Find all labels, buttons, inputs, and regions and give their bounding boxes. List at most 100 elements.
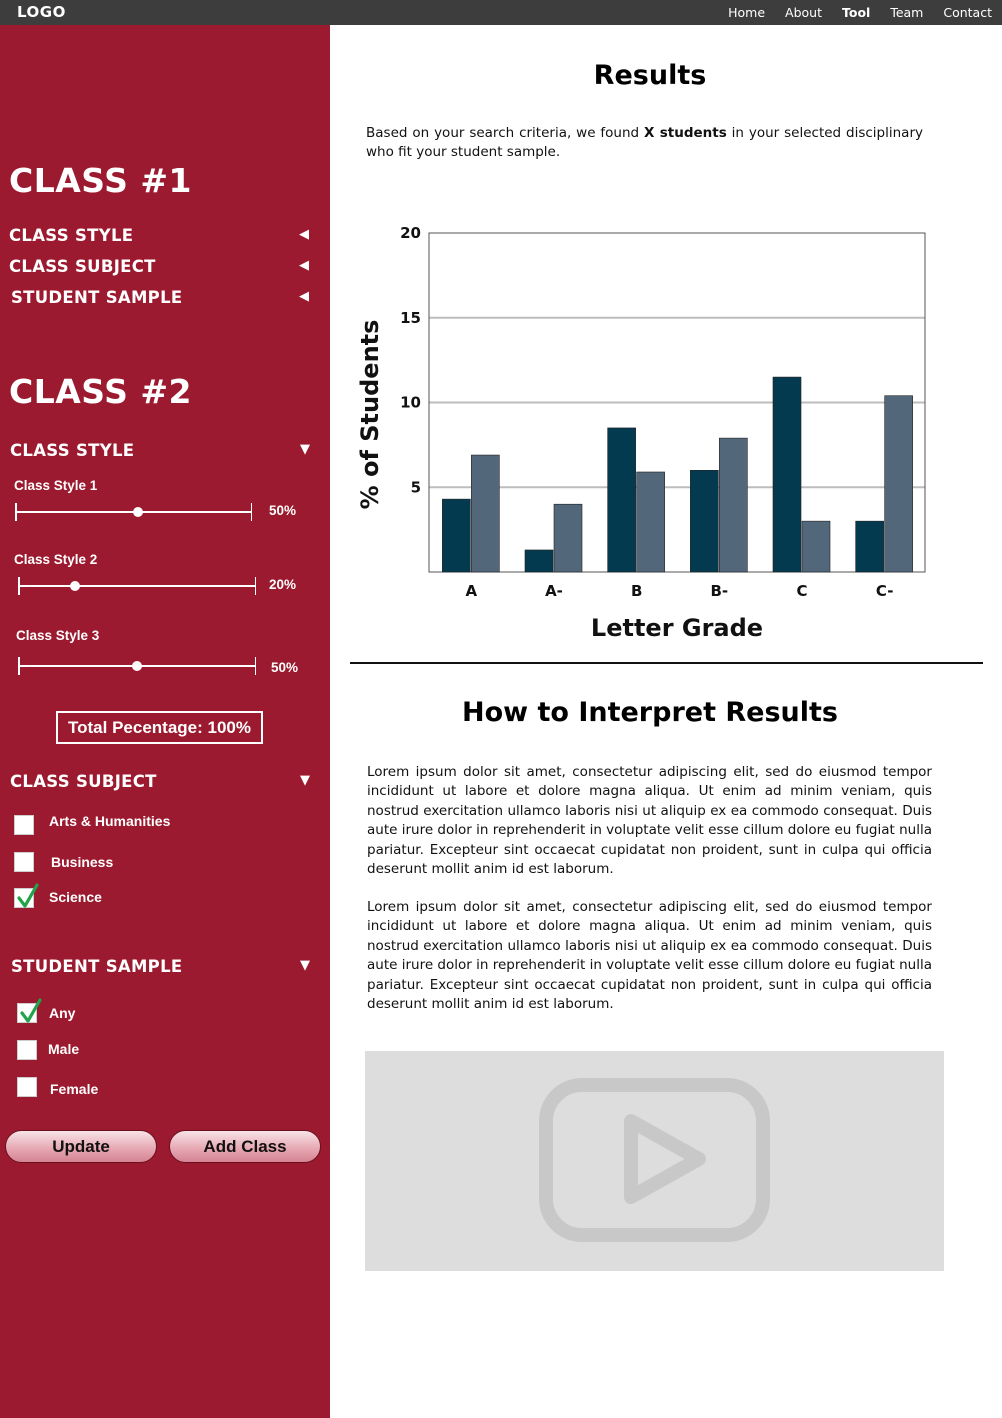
slider-thumb[interactable] xyxy=(132,661,142,671)
bar-series-1-C xyxy=(772,376,802,573)
section-label: STUDENT SAMPLE xyxy=(11,957,183,976)
class-2-title: CLASS #2 xyxy=(9,372,192,411)
results-title: Results xyxy=(593,60,707,91)
y-tick-label: 15 xyxy=(400,309,421,327)
subject-business[interactable]: Business xyxy=(14,852,214,874)
slider-track xyxy=(18,585,256,587)
checkmark-icon xyxy=(17,883,39,908)
bar-series-2-C- xyxy=(884,395,913,573)
slider-max-cap xyxy=(254,577,256,595)
class-1-subject-toggle[interactable]: CLASS SUBJECT ◀ xyxy=(9,257,309,279)
bar-series-2-B- xyxy=(719,437,748,573)
expanded-arrow-icon: ▼ xyxy=(300,773,310,788)
collapsed-arrow-icon: ◀ xyxy=(299,289,309,304)
section-label: CLASS SUBJECT xyxy=(9,257,156,276)
checkbox-label: Any xyxy=(49,1005,76,1021)
checkbox[interactable] xyxy=(14,852,34,872)
bar-series-2-A xyxy=(471,454,500,573)
subject-science[interactable]: Science xyxy=(14,883,214,910)
slider-max-cap xyxy=(250,503,252,521)
y-axis-title: % of Students xyxy=(356,320,384,510)
class-2-style-toggle[interactable]: CLASS STYLE ▼ xyxy=(10,441,310,463)
class-1-sample-toggle[interactable]: STUDENT SAMPLE ◀ xyxy=(11,288,311,310)
bar-series-1-A xyxy=(442,498,471,573)
class-2-subject-toggle[interactable]: CLASS SUBJECT ▼ xyxy=(10,772,310,794)
x-tick-label: A xyxy=(466,582,478,600)
interpret-paragraph-1: Lorem ipsum dolor sit amet, consectetur … xyxy=(367,764,932,878)
checkbox-label: Science xyxy=(49,889,102,905)
checkbox-label: Business xyxy=(51,854,114,870)
slider-min-cap xyxy=(18,577,20,595)
checkbox[interactable] xyxy=(17,1077,37,1097)
slider-3-label: Class Style 3 xyxy=(16,628,100,643)
update-button[interactable]: Update xyxy=(5,1130,157,1163)
class-style-1-slider[interactable] xyxy=(15,503,252,521)
section-label: STUDENT SAMPLE xyxy=(11,288,183,307)
bar-series-2-A- xyxy=(553,503,583,573)
x-tick-label: C- xyxy=(876,582,894,600)
expanded-arrow-icon: ▼ xyxy=(300,442,310,457)
slider-thumb[interactable] xyxy=(70,581,81,591)
sample-female[interactable]: Female xyxy=(17,1077,167,1099)
x-tick-label: C xyxy=(796,582,807,600)
y-tick-label: 20 xyxy=(400,224,421,242)
logo[interactable]: LOGO xyxy=(17,3,66,21)
checkbox[interactable] xyxy=(14,883,39,908)
checkbox-label: Arts & Humanities xyxy=(49,813,171,829)
play-video-icon[interactable] xyxy=(365,1051,944,1271)
slider-thumb[interactable] xyxy=(133,507,144,517)
nav-home[interactable]: Home xyxy=(728,5,765,20)
results-intro: Based on your search criteria, we found … xyxy=(366,124,923,163)
collapsed-arrow-icon: ◀ xyxy=(299,258,309,273)
bar-series-1-A- xyxy=(524,549,554,573)
y-tick-label: 10 xyxy=(400,394,421,412)
intro-text: Based on your search criteria, we found xyxy=(366,125,645,141)
bar-series-1-B xyxy=(607,427,636,573)
checkmark-icon xyxy=(20,998,42,1023)
collapsed-arrow-icon: ◀ xyxy=(299,227,309,242)
nav-tool[interactable]: Tool xyxy=(842,5,870,20)
sample-male[interactable]: Male xyxy=(17,1040,167,1062)
slider-2-value: 20% xyxy=(269,577,297,592)
class-style-2-slider[interactable] xyxy=(18,577,256,595)
checkbox[interactable] xyxy=(17,998,42,1023)
class-style-3-slider[interactable] xyxy=(18,657,256,675)
checkbox[interactable] xyxy=(14,815,34,835)
bar-series-1-C- xyxy=(855,520,884,573)
slider-1-label: Class Style 1 xyxy=(14,478,98,493)
section-divider xyxy=(350,662,983,664)
video-player[interactable] xyxy=(365,1051,944,1271)
y-tick-label: 5 xyxy=(411,478,421,496)
interpret-paragraph-2: Lorem ipsum dolor sit amet, consectetur … xyxy=(367,899,932,1013)
nav-contact[interactable]: Contact xyxy=(943,5,992,20)
slider-max-cap xyxy=(254,657,256,675)
slider-2-label: Class Style 2 xyxy=(14,552,98,567)
x-tick-label: B xyxy=(631,582,642,600)
total-percentage-box: Total Pecentage: 100% xyxy=(56,711,263,744)
section-label: CLASS STYLE xyxy=(9,226,134,245)
nav-team[interactable]: Team xyxy=(890,5,923,20)
sidebar: CLASS #1 CLASS STYLE ◀ CLASS SUBJECT ◀ S… xyxy=(0,25,330,1418)
slider-3-value: 50% xyxy=(271,660,299,675)
subject-arts-humanities[interactable]: Arts & Humanities xyxy=(14,813,214,837)
class-1-style-toggle[interactable]: CLASS STYLE ◀ xyxy=(9,226,309,248)
section-label: CLASS SUBJECT xyxy=(10,772,157,791)
expanded-arrow-icon: ▼ xyxy=(300,958,310,973)
slider-1-value: 50% xyxy=(269,503,297,518)
sample-any[interactable]: Any xyxy=(17,998,167,1025)
results-bar-chart: 5 10 15 20 A A- B B- C C- Letter Grade % of Student… xyxy=(356,224,926,642)
nav-links: Home About Tool Team Contact xyxy=(708,5,992,20)
class-1-title: CLASS #1 xyxy=(9,161,192,200)
intro-count: X students xyxy=(644,125,727,141)
checkbox-label: Male xyxy=(48,1041,80,1057)
slider-min-cap xyxy=(15,503,17,521)
x-tick-label: B- xyxy=(710,582,728,600)
checkbox[interactable] xyxy=(17,1040,37,1060)
x-tick-label: A- xyxy=(545,582,563,600)
bar-series-2-B xyxy=(636,471,665,573)
class-2-sample-toggle[interactable]: STUDENT SAMPLE ▼ xyxy=(11,957,311,979)
add-class-button[interactable]: Add Class xyxy=(169,1130,321,1163)
top-nav-bar: LOGO Home About Tool Team Contact xyxy=(0,0,1002,25)
slider-min-cap xyxy=(18,657,20,675)
nav-about[interactable]: About xyxy=(785,5,822,20)
